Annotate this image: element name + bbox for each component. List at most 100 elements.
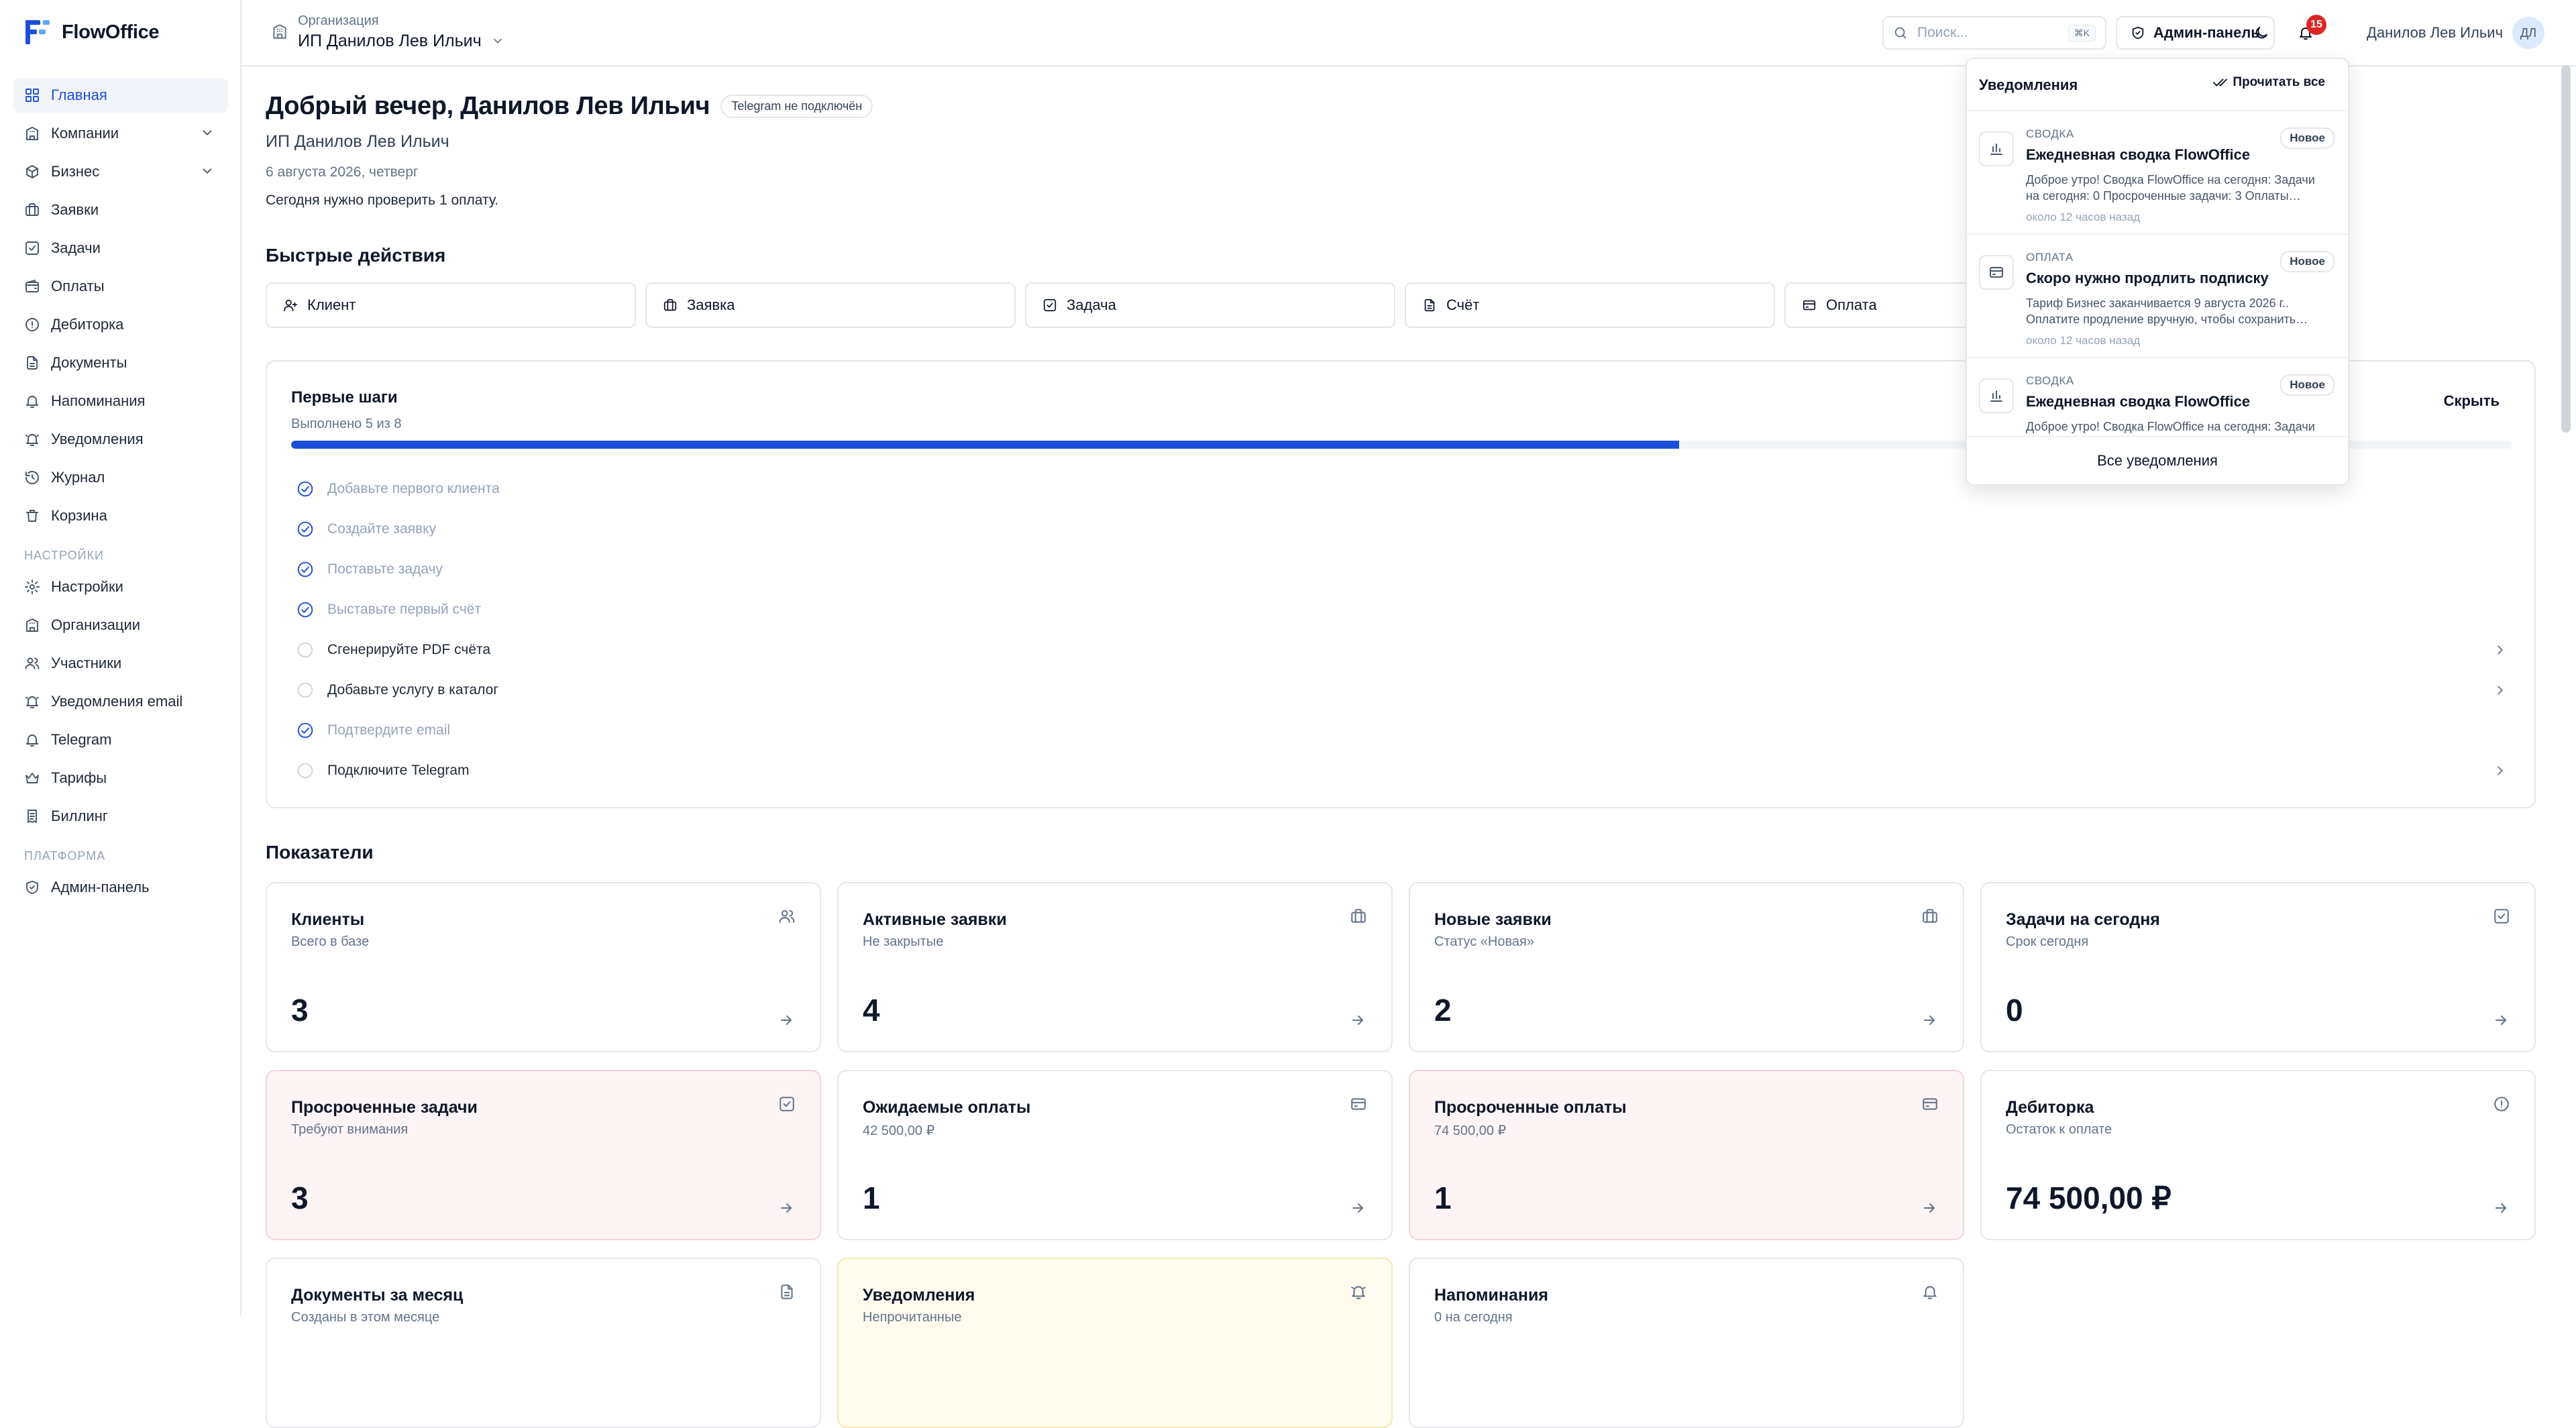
gear-icon xyxy=(24,579,40,595)
sidebar-item-dashboard[interactable]: Главная xyxy=(13,78,228,113)
sidebar-item-label: Документы xyxy=(51,354,127,371)
sidebar-item-gear[interactable]: Настройки xyxy=(13,569,228,604)
metric-value: 74 500,00 ₽ xyxy=(2006,1180,2171,1215)
quick-action-button[interactable]: Заявка xyxy=(645,282,1016,328)
metric-title: Клиенты xyxy=(291,910,365,929)
sidebar-item-label: Задачи xyxy=(51,239,101,256)
sidebar-item-bell[interactable]: Напоминания xyxy=(13,384,228,419)
notifications-button[interactable]: 15 xyxy=(2290,15,2326,48)
circle-icon xyxy=(297,641,314,659)
sidebar-item-box[interactable]: Бизнес xyxy=(13,154,228,189)
metric-subtitle: Не закрытые xyxy=(863,934,944,949)
sidebar-item-bell-ring[interactable]: Уведомления xyxy=(13,422,228,457)
metric-card[interactable]: Документы за месяц Созданы в этом месяце xyxy=(266,1258,821,1428)
metric-card[interactable]: Активные заявки Не закрытые 4 xyxy=(837,882,1393,1052)
notification-title: Ежедневная сводка FlowOffice xyxy=(2026,146,2251,163)
step-label: Подтвердите email xyxy=(327,722,451,738)
onboarding-step[interactable]: Сгенерируйте PDF счёта xyxy=(297,630,2508,670)
notifications-header: Уведомления Прочитать все xyxy=(1967,59,2348,111)
checkbox-icon xyxy=(24,240,40,256)
info-icon xyxy=(24,317,40,333)
metric-card[interactable]: Просроченные оплаты 74 500,00 ₽ 1 xyxy=(1409,1070,1964,1240)
metric-card[interactable]: Новые заявки Статус «Новая» 2 xyxy=(1409,882,1964,1052)
metric-title: Уведомления xyxy=(863,1286,975,1305)
arrow-right-icon xyxy=(1350,1200,1366,1216)
chevron-down-icon xyxy=(491,34,504,48)
briefcase-icon xyxy=(1350,908,1367,925)
notification-item[interactable]: СВОДКА Новое Ежедневная сводка FlowOffice Д… xyxy=(1967,111,2348,235)
bell-ring-icon xyxy=(24,694,40,710)
quick-action-label: Заявка xyxy=(687,296,735,313)
bar-chart-icon xyxy=(1979,131,2014,166)
credit-card-icon xyxy=(1350,1095,1367,1113)
moon-icon xyxy=(2253,25,2269,41)
search-box[interactable]: ⌘K xyxy=(1882,16,2106,50)
dashboard-icon xyxy=(24,87,40,103)
step-label: Выставьте первый счёт xyxy=(327,602,482,617)
org-switcher[interactable]: Организация ИП Данилов Лев Ильич xyxy=(271,12,504,52)
sidebar-item-crown[interactable]: Тарифы xyxy=(13,761,228,795)
metric-card[interactable]: Дебиторка Остаток к оплате 74 500,00 ₽ xyxy=(1980,1070,2536,1240)
hide-steps-button[interactable]: Скрыть xyxy=(2444,392,2500,410)
all-notifications-link[interactable]: Все уведомления xyxy=(1967,436,2348,484)
quick-action-button[interactable]: Клиент xyxy=(266,282,636,328)
metric-card[interactable]: Просроченные задачи Требуют внимания 3 xyxy=(266,1070,821,1240)
chevron-right-icon xyxy=(2493,683,2508,698)
admin-panel-label: Админ-панель xyxy=(2153,24,2260,41)
bar-chart-icon xyxy=(1979,378,2014,413)
search-input[interactable] xyxy=(1916,24,2053,42)
arrow-right-icon xyxy=(1350,1012,1366,1028)
sidebar-item-users[interactable]: Участники xyxy=(13,646,228,681)
sidebar-item-label: Компании xyxy=(51,125,119,142)
metric-value: 1 xyxy=(1434,1180,1452,1215)
notification-body: Тариф Бизнес заканчивается 9 августа 202… xyxy=(2026,296,2308,326)
quick-action-label: Задача xyxy=(1067,296,1116,313)
sidebar-item-building[interactable]: Организации xyxy=(13,608,228,643)
theme-toggle-button[interactable] xyxy=(2246,17,2277,48)
shield-icon xyxy=(24,879,40,895)
metric-card[interactable]: Уведомления Непрочитанные xyxy=(837,1258,1393,1428)
quick-action-label: Клиент xyxy=(307,296,356,313)
sidebar-item-bell[interactable]: Telegram xyxy=(13,722,228,757)
sidebar-item-bell-ring[interactable]: Уведомления email xyxy=(13,684,228,719)
sidebar-item-wallet[interactable]: Оплаты xyxy=(13,269,228,304)
metric-card[interactable]: Напоминания 0 на сегодня xyxy=(1409,1258,1964,1428)
metric-subtitle: Остаток к оплате xyxy=(2006,1122,2112,1137)
sidebar-item-briefcase[interactable]: Заявки xyxy=(13,193,228,227)
today-summary: Сегодня нужно проверить 1 оплату. xyxy=(266,193,499,208)
sidebar-item-label: Журнал xyxy=(51,469,105,486)
sidebar-item-history[interactable]: Журнал xyxy=(13,460,228,495)
shield-icon xyxy=(2131,25,2145,40)
sidebar-item-info[interactable]: Дебиторка xyxy=(13,307,228,342)
sidebar-item-trash[interactable]: Корзина xyxy=(13,498,228,533)
metric-card[interactable]: Клиенты Всего в базе 3 xyxy=(266,882,821,1052)
onboarding-step[interactable]: Добавьте услугу в каталог xyxy=(297,670,2508,710)
quick-action-button[interactable]: Счёт xyxy=(1405,282,1775,328)
page-scrollbar[interactable] xyxy=(2561,65,2571,433)
notification-title: Скоро нужно продлить подписку xyxy=(2026,270,2269,286)
metric-title: Документы за месяц xyxy=(291,1286,464,1305)
metric-card[interactable]: Ожидаемые оплаты 42 500,00 ₽ 1 xyxy=(837,1070,1393,1240)
arrow-right-icon xyxy=(1921,1200,1937,1216)
quick-action-button[interactable]: Задача xyxy=(1025,282,1395,328)
checkbox-icon xyxy=(778,1095,796,1113)
sidebar-item-building[interactable]: Компании xyxy=(13,116,228,151)
brand[interactable]: FlowOffice xyxy=(24,17,160,47)
metric-card[interactable]: Задачи на сегодня Срок сегодня 0 xyxy=(1980,882,2536,1052)
sidebar-item-document[interactable]: Документы xyxy=(13,345,228,380)
sidebar-item-receipt[interactable]: Биллинг xyxy=(13,799,228,834)
metric-subtitle: 74 500,00 ₽ xyxy=(1434,1123,1507,1138)
onboarding-step: Выставьте первый счёт xyxy=(297,590,2508,630)
mark-all-read-button[interactable]: Прочитать все xyxy=(2212,75,2325,90)
notification-item[interactable]: ОПЛАТА Новое Скоро нужно продлить подписку… xyxy=(1967,235,2348,358)
check-circle-icon xyxy=(297,561,314,578)
sidebar-item-shield[interactable]: Админ-панель xyxy=(13,870,228,905)
onboarding-step[interactable]: Подключите Telegram xyxy=(297,751,2508,791)
metric-subtitle: 42 500,00 ₽ xyxy=(863,1123,935,1138)
sidebar-item-label: Биллинг xyxy=(51,808,108,824)
document-icon xyxy=(778,1283,796,1301)
metric-subtitle: Всего в базе xyxy=(291,934,370,949)
sidebar-item-checkbox[interactable]: Задачи xyxy=(13,231,228,266)
step-label: Поставьте задачу xyxy=(327,561,443,577)
user-menu[interactable]: Данилов Лев Ильич ДЛ xyxy=(2367,16,2545,50)
